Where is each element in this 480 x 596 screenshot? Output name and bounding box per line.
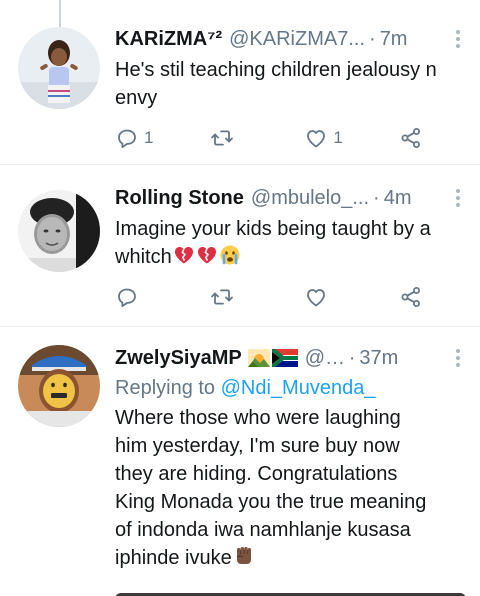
flag-emojis: [247, 349, 298, 367]
avatar[interactable]: [18, 345, 100, 427]
timestamp[interactable]: 37m: [359, 343, 398, 373]
more-icon[interactable]: [450, 187, 466, 209]
tweet-text: Where those who were laughing him yester…: [115, 404, 466, 572]
timestamp[interactable]: 4m: [384, 183, 412, 213]
tweet-actions: [115, 283, 425, 311]
tweet[interactable]: Rolling Stone @mbulelo_... · 4m Imagine …: [0, 164, 480, 326]
user-handle[interactable]: @Z...: [305, 343, 345, 373]
replying-to-mention[interactable]: @Ndi_Muvenda_: [221, 377, 376, 399]
tweet[interactable]: ZwelySiyaMP @Z... · 37m Replying to @Ndi…: [0, 326, 480, 596]
replying-to: Replying to @Ndi_Muvenda_: [115, 374, 466, 402]
like-icon: [307, 289, 326, 307]
tweet-text: Imagine your kids being taught by a whit…: [115, 215, 466, 271]
separator-dot: ·: [348, 347, 356, 369]
reply-button[interactable]: [115, 285, 165, 309]
share-icon: [401, 287, 420, 307]
display-name[interactable]: ZwelySiyaMP: [115, 343, 242, 373]
reply-count: 1: [144, 128, 154, 147]
crying-face-emoji: [220, 245, 240, 265]
like-count: 1: [333, 128, 343, 147]
broken-heart-emoji: [174, 247, 193, 264]
more-icon[interactable]: [450, 347, 466, 369]
more-icon[interactable]: [450, 28, 466, 50]
south-africa-flag-icon: [271, 349, 298, 367]
share-button[interactable]: [399, 126, 425, 150]
user-handle[interactable]: @mbulelo_...: [251, 183, 369, 213]
tweet[interactable]: KARiZMA⁷² @KARiZMA7... · 7m He's stil te…: [0, 0, 480, 164]
timestamp[interactable]: 7m: [380, 24, 408, 54]
retweet-icon: [210, 130, 233, 146]
reply-icon: [118, 288, 136, 308]
share-icon: [401, 128, 420, 148]
like-icon: [307, 130, 326, 148]
broken-heart-emoji: [197, 247, 216, 264]
retweet-button[interactable]: [210, 126, 260, 150]
user-handle[interactable]: @KARiZMA7...: [229, 24, 365, 54]
display-name[interactable]: Rolling Stone: [115, 183, 244, 213]
like-button[interactable]: [304, 285, 354, 309]
sunrise-over-mountains-icon: [247, 349, 270, 367]
raised-fist-dark-emoji: [236, 547, 251, 564]
tweet-text-body: Where those who were laughing him yester…: [115, 407, 427, 569]
tweet-text-body: Imagine your kids being taught by a whit…: [115, 218, 431, 268]
separator-dot: ·: [369, 28, 376, 50]
reply-icon: [118, 129, 136, 149]
like-button[interactable]: 1: [304, 126, 354, 150]
separator-dot: ·: [373, 187, 380, 209]
retweet-button[interactable]: [210, 285, 260, 309]
replying-to-label: Replying to: [115, 377, 216, 399]
share-button[interactable]: [399, 285, 425, 309]
display-name[interactable]: KARiZMA⁷²: [115, 24, 222, 54]
avatar[interactable]: [18, 27, 100, 109]
tweet-actions: 1 1: [115, 124, 425, 152]
tweet-text: He's stil teaching children jealousy n e…: [115, 59, 437, 109]
avatar[interactable]: [18, 190, 100, 272]
retweet-icon: [210, 289, 233, 305]
reply-button[interactable]: 1: [115, 126, 165, 150]
